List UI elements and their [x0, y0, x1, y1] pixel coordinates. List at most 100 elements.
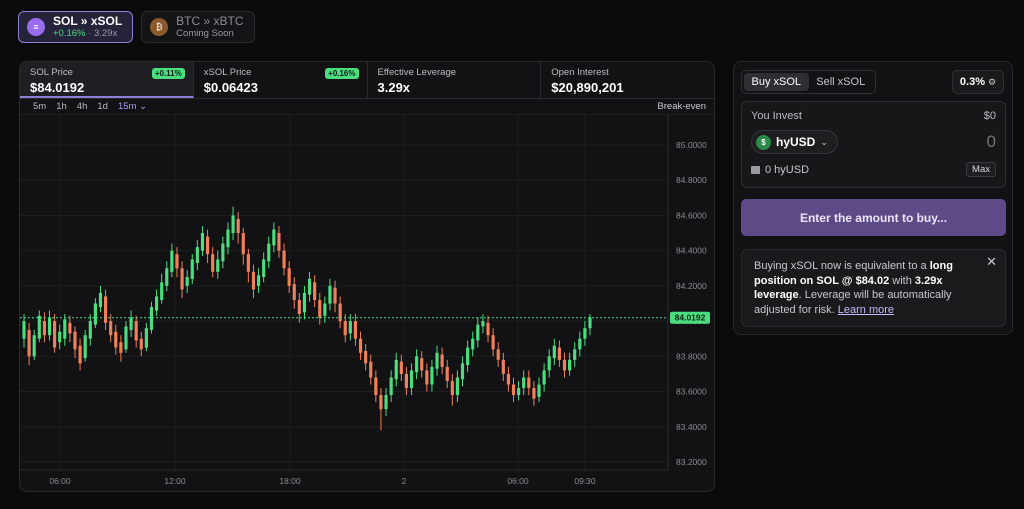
candle-body	[435, 352, 439, 369]
token-select[interactable]: $ hyUSD ⌄	[751, 130, 838, 154]
candle-body	[93, 303, 97, 325]
candle-body	[119, 342, 123, 353]
candle-body	[63, 319, 67, 339]
candle-body	[522, 377, 526, 389]
candle-body	[277, 233, 281, 251]
candle-body	[165, 268, 169, 286]
chevron-down-icon: ⌄	[139, 101, 148, 112]
pair-tab-sol-xsol[interactable]: ≡ SOL » xSOL +0.16% · 3.29x	[18, 11, 134, 43]
candle-body	[231, 215, 235, 234]
candle-body	[195, 247, 199, 263]
candle-body	[374, 377, 378, 396]
candle-body	[501, 359, 505, 374]
y-tick-label: 84.2000	[676, 281, 707, 291]
stat-value: 3.29x	[377, 80, 411, 95]
invest-box: You Invest $0 $ hyUSD ⌄ 0 hyUSD Max	[741, 101, 1006, 188]
candle-body	[471, 338, 475, 350]
sol-logo-icon: ≡	[27, 18, 45, 36]
stat-value: $20,890,201	[551, 80, 624, 95]
buy-submit-button[interactable]: Enter the amount to buy...	[741, 199, 1006, 236]
chevron-down-icon: ⌄	[820, 136, 828, 147]
interval-bar: 5m 1h 4h 1d 15m ⌄ Break-even	[20, 99, 714, 115]
max-button[interactable]: Max	[966, 162, 996, 177]
trade-panel: Buy xSOL Sell xSOL 0.3% ⚙ You Invest $0 $…	[733, 61, 1013, 335]
btc-logo-icon: ₿	[150, 18, 169, 36]
interval-4h[interactable]: 4h	[72, 101, 93, 112]
close-icon[interactable]: ✕	[986, 254, 997, 270]
candle-body	[583, 328, 587, 339]
candle-body	[129, 317, 133, 330]
interval-15m[interactable]: 15m ⌄	[113, 101, 152, 112]
change-badge: +0.16%	[325, 68, 359, 79]
candle-body	[221, 243, 225, 262]
candle-body	[104, 296, 108, 323]
stat-effective-leverage[interactable]: Effective Leverage 3.29x	[368, 62, 542, 98]
candle-body	[496, 349, 500, 360]
candle-body	[313, 282, 317, 300]
stat-open-interest[interactable]: Open Interest $20,890,201	[541, 62, 714, 98]
slippage-settings-button[interactable]: 0.3% ⚙	[952, 70, 1004, 94]
candle-body	[532, 388, 536, 399]
candle-body	[384, 395, 388, 410]
candle-body	[73, 331, 77, 350]
candle-body	[139, 338, 143, 350]
candle-body	[83, 335, 87, 359]
candle-body	[211, 254, 215, 272]
interval-5m[interactable]: 5m	[28, 101, 51, 112]
candle-body	[562, 359, 567, 371]
side-tabs: Buy xSOL Sell xSOL	[741, 70, 876, 94]
pair-tabs: ≡ SOL » xSOL +0.16% · 3.29x ₿ BTC » xBTC…	[18, 11, 255, 43]
candle-body	[226, 229, 230, 248]
candle-body	[109, 321, 113, 336]
candle-body	[491, 335, 495, 350]
candle-body	[547, 356, 551, 371]
candle-body	[445, 366, 449, 381]
candle-body	[144, 328, 148, 348]
info-text: Buying xSOL now is equivalent to a	[754, 260, 930, 272]
candle-body	[343, 321, 347, 336]
pair-sub: Coming Soon	[176, 28, 234, 39]
stat-sol-price[interactable]: SOL Price $84.0192 +0.11%	[20, 62, 194, 98]
amount-input[interactable]	[876, 132, 996, 152]
candle-body	[369, 361, 373, 378]
candle-body	[318, 299, 322, 318]
candle-body	[399, 361, 403, 374]
candle-body	[348, 321, 352, 334]
break-even-toggle[interactable]: Break-even	[657, 101, 706, 112]
candle-body	[527, 377, 531, 389]
pair-tab-btc-xbtc[interactable]: ₿ BTC » xBTC Coming Soon	[141, 11, 255, 43]
learn-more-link[interactable]: Learn more	[838, 304, 894, 316]
y-tick-label: 83.4000	[676, 422, 707, 432]
candle-body	[588, 317, 592, 329]
stat-xsol-price[interactable]: xSOL Price $0.06423 +0.16%	[194, 62, 368, 98]
stats-bar: SOL Price $84.0192 +0.11% xSOL Price $0.…	[20, 62, 714, 99]
token-name: hyUSD	[776, 135, 816, 149]
y-tick-label: 84.4000	[676, 246, 707, 256]
interval-1h[interactable]: 1h	[51, 101, 72, 112]
candle-body	[134, 321, 138, 341]
candle-body	[430, 366, 434, 385]
candle-body	[578, 338, 582, 350]
y-tick-label: 83.6000	[676, 387, 707, 397]
change-badge: +0.11%	[151, 68, 185, 79]
candle-body	[364, 351, 368, 364]
candle-body	[124, 326, 128, 350]
chart-panel: SOL Price $84.0192 +0.11% xSOL Price $0.…	[19, 61, 715, 492]
x-tick-label: 06:00	[507, 476, 529, 486]
interval-1d[interactable]: 1d	[92, 101, 113, 112]
candle-body	[557, 347, 561, 360]
candle-body	[486, 322, 490, 336]
tab-sell-xsol[interactable]: Sell xSOL	[809, 73, 874, 91]
balance-value: 0 hyUSD	[765, 164, 810, 176]
hyusd-token-icon: $	[756, 134, 771, 150]
candle-body	[450, 380, 454, 396]
gear-icon: ⚙	[988, 76, 997, 87]
candle-body	[409, 370, 414, 389]
stat-value: $84.0192	[30, 80, 85, 95]
candlestick-chart[interactable]: 85.000084.800084.600084.400084.200084.00…	[20, 115, 714, 492]
candle-body	[297, 299, 301, 315]
invest-usd-value: $0	[983, 110, 996, 122]
candle-body	[394, 359, 398, 380]
tab-buy-xsol[interactable]: Buy xSOL	[744, 73, 809, 91]
candle-body	[170, 250, 174, 272]
